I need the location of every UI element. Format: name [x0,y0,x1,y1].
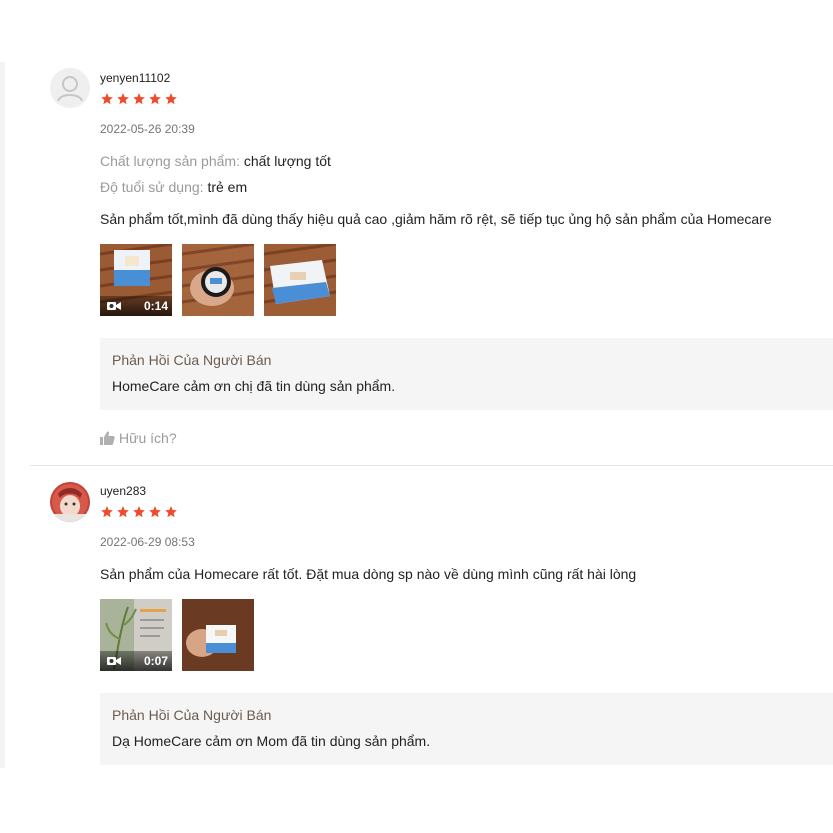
reviewer-username[interactable]: uyen283 [100,484,146,498]
review-photo [182,599,254,671]
video-duration-bar: 0:07 [100,651,172,671]
seller-reply-text: Dạ HomeCare cảm ơn Mom đã tin dùng sản p… [112,733,431,749]
review-video-thumbnail[interactable]: 0:07 [100,599,172,671]
review-comment: Sản phẩm của Homecare rất tốt. Đặt mua d… [100,566,637,582]
star-icon [117,506,129,518]
star-icon [101,506,113,518]
star-icon [133,506,145,518]
left-border [0,62,5,768]
rating-stars [100,505,178,519]
seller-reply-title: Phản Hồi Của Người Bán [112,707,272,723]
video-duration: 0:07 [143,654,168,668]
avatar[interactable] [50,482,90,522]
review-media: 0:07 [100,599,254,671]
avatar-image [50,482,90,522]
video-camera-icon [107,657,121,665]
review-date: 2022-06-29 08:53 [100,535,195,549]
review-image-thumbnail[interactable] [182,599,254,671]
review-item: uyen283 2022-06-29 08:53 Sản phẩm của Ho… [30,0,833,780]
star-icon [165,506,177,518]
seller-reply: Phản Hồi Của Người Bán Dạ HomeCare cảm ơ… [100,693,833,765]
star-icon [149,506,161,518]
